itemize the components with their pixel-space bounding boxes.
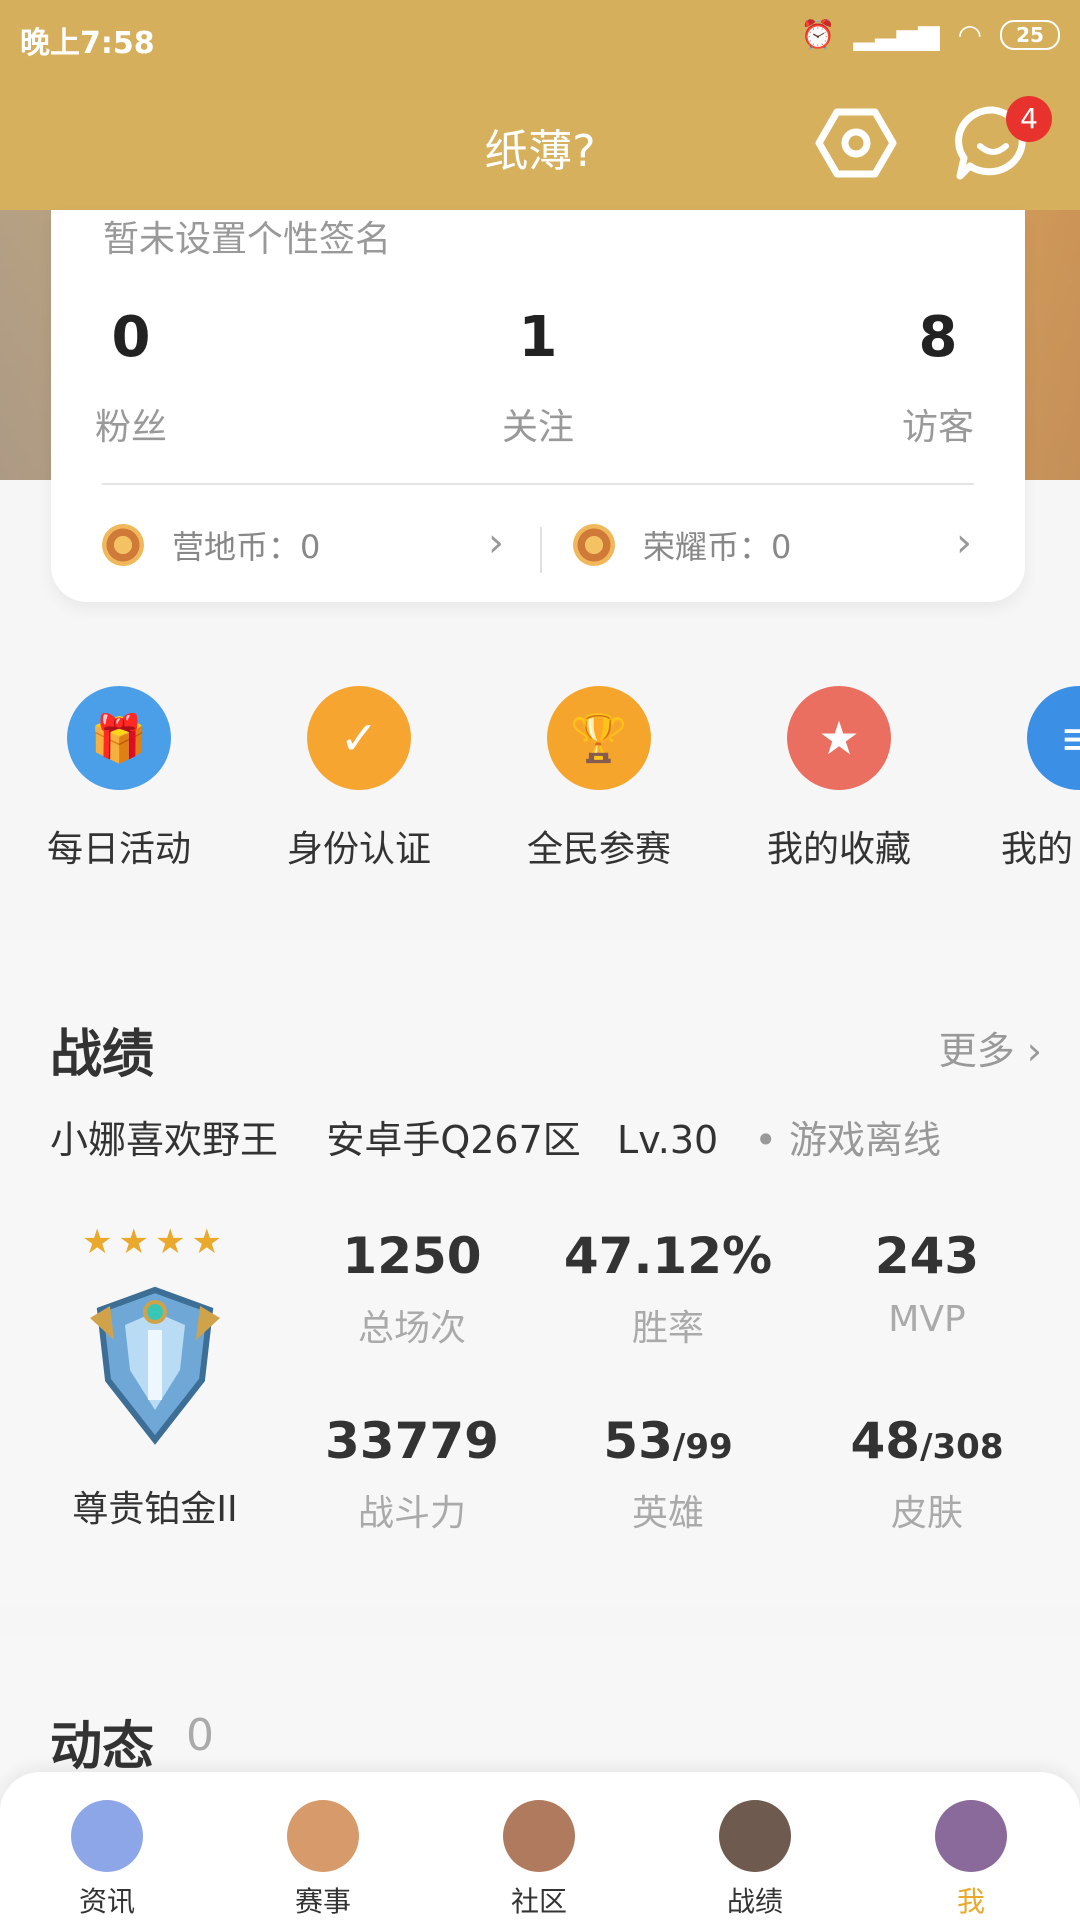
badge-check-icon: ✓ [307,686,411,790]
record-section: 战绩 更多 › 小娜喜欢野王 安卓手Q267区 Lv.30 • 游戏离线 ★★★… [0,942,1080,1606]
action-label: 全民参赛 [526,829,671,870]
action-label: 每日活动 [46,829,191,870]
heroes-stat[interactable]: 53/99 英雄 [558,1412,778,1536]
feed-count: 0 [186,1710,214,1761]
status-bar: 晚上7:58 ⏰ ▂▃▅▆ ◠ 25 [0,0,1080,72]
status-icons: ⏰ ▂▃▅▆ ◠ 25 [801,18,1060,51]
tournament-action[interactable]: 🏆 全民参赛 [499,686,699,872]
visitors-stat[interactable]: 8 访客 [838,305,1038,450]
events-avatar-icon [287,1800,359,1872]
stat-label: 皮肤 [890,1493,963,1534]
honor-coin-row[interactable]: 荣耀币：0 [573,520,791,570]
settings-button[interactable] [815,102,897,184]
followers-stat[interactable]: 0 粉丝 [31,305,231,450]
mvp-stat: 243 MVP [817,1227,1037,1340]
alarm-icon: ⏰ [800,18,836,51]
bottom-tab-bar: 资讯 赛事 社区 战绩 我 [0,1772,1080,1920]
tab-label: 社区 [510,1885,567,1918]
feed-section: 动态 0 [0,1636,1080,1777]
stat-value: 1250 [342,1227,482,1285]
action-label: 身份认证 [286,829,431,870]
identity-verify-action[interactable]: ✓ 身份认证 [259,686,459,872]
trophy-icon: 🏆 [547,686,651,790]
camp-coin-icon [102,524,144,566]
rank-stars: ★★★★ [82,1222,228,1262]
stat-label: 总场次 [357,1308,466,1349]
stat-value: 8 [918,305,958,370]
online-status: • 游戏离线 [754,1118,941,1162]
signature-text[interactable]: 暂未设置个性签名 [103,210,391,262]
stat-label: 胜率 [631,1308,704,1349]
stat-value: 33779 [325,1412,499,1470]
server-name: 安卓手Q267区 [326,1118,581,1162]
feed-title: 动态 [50,1717,155,1777]
top-header: 晚上7:58 ⏰ ▂▃▅▆ ◠ 25 纸薄? 4 [0,0,1080,210]
bookmark-star-icon: ★ [787,686,891,790]
signal-icon: ▂▃▅▆ [853,18,940,51]
platinum-emblem-icon [90,1286,220,1445]
record-avatar-icon [719,1800,791,1872]
combat-power-stat: 33779 战斗力 [302,1412,522,1536]
card-divider [102,483,974,485]
action-label: 我的 [1001,829,1074,870]
coin-divider [540,527,542,573]
tab-events[interactable]: 赛事 [263,1800,383,1920]
rank-box[interactable]: ★★★★ 尊贵铂金II [60,1222,250,1532]
camp-coin-row[interactable]: 营地币：0 [102,520,320,570]
stat-label: 英雄 [631,1493,704,1534]
profile-card: 暂未设置个性签名 0 粉丝 1 关注 8 访客 营地币：0 › 荣耀币：0 › [51,210,1025,602]
me-avatar-icon [935,1800,1007,1872]
stat-label: 访客 [901,407,974,448]
stat-value: 1 [518,305,558,370]
settings-hex-icon [815,108,897,178]
my-documents-action[interactable]: ≡ 我的 [979,686,1080,872]
battery-icon: 25 [1000,19,1060,50]
camp-coin-label: 营地币：0 [172,528,321,566]
player-level: Lv.30 [617,1118,719,1162]
favorites-action[interactable]: ★ 我的收藏 [739,686,939,872]
stat-value: 243 [874,1227,980,1285]
document-icon: ≡ [1027,686,1080,790]
stat-value: 48/308 [850,1412,1004,1470]
page-title: 纸薄? [484,126,596,177]
quick-actions-bar: 🎁 每日活动 ✓ 身份认证 🏆 全民参赛 ★ 我的收藏 ≡ 我的 [0,646,1080,912]
rank-name: 尊贵铂金II [72,1489,238,1530]
total-matches-stat: 1250 总场次 [302,1227,522,1351]
tab-me[interactable]: 我 [911,1800,1031,1920]
stat-label: 战斗力 [357,1493,466,1534]
news-avatar-icon [71,1800,143,1872]
stat-label: MVP [888,1299,966,1340]
record-title: 战绩 [50,1025,155,1085]
following-stat[interactable]: 1 关注 [438,305,638,450]
skins-stat[interactable]: 48/308 皮肤 [817,1412,1037,1536]
community-avatar-icon [503,1800,575,1872]
tab-label: 战绩 [726,1885,783,1918]
chevron-right-icon[interactable]: › [956,520,972,566]
daily-activity-action[interactable]: 🎁 每日活动 [19,686,219,872]
stat-value: 53/99 [603,1412,733,1470]
action-label: 我的收藏 [766,829,911,870]
tab-label: 我 [956,1885,985,1918]
honor-coin-icon [573,524,615,566]
tab-label: 资讯 [78,1885,135,1918]
chevron-right-icon[interactable]: › [488,520,504,566]
stat-label: 关注 [501,407,574,448]
tab-community[interactable]: 社区 [479,1800,599,1920]
player-info-line: 小娜喜欢野王 安卓手Q267区 Lv.30 • 游戏离线 [50,1109,941,1164]
player-name: 小娜喜欢野王 [50,1118,279,1162]
tab-news[interactable]: 资讯 [47,1800,167,1920]
tab-record[interactable]: 战绩 [695,1800,815,1920]
win-rate-stat: 47.12% 胜率 [558,1227,778,1351]
wifi-icon: ◠ [957,18,982,51]
status-time: 晚上7:58 [20,26,155,61]
honor-coin-label: 荣耀币：0 [643,528,792,566]
message-count-badge: 4 [1006,96,1052,142]
gift-icon: 🎁 [67,686,171,790]
record-more-link[interactable]: 更多 › [939,1020,1042,1075]
stat-value: 47.12% [563,1227,773,1285]
messages-button[interactable]: 4 [952,96,1052,184]
tab-label: 赛事 [294,1885,351,1918]
stat-label: 粉丝 [94,407,167,448]
stat-value: 0 [111,305,151,370]
